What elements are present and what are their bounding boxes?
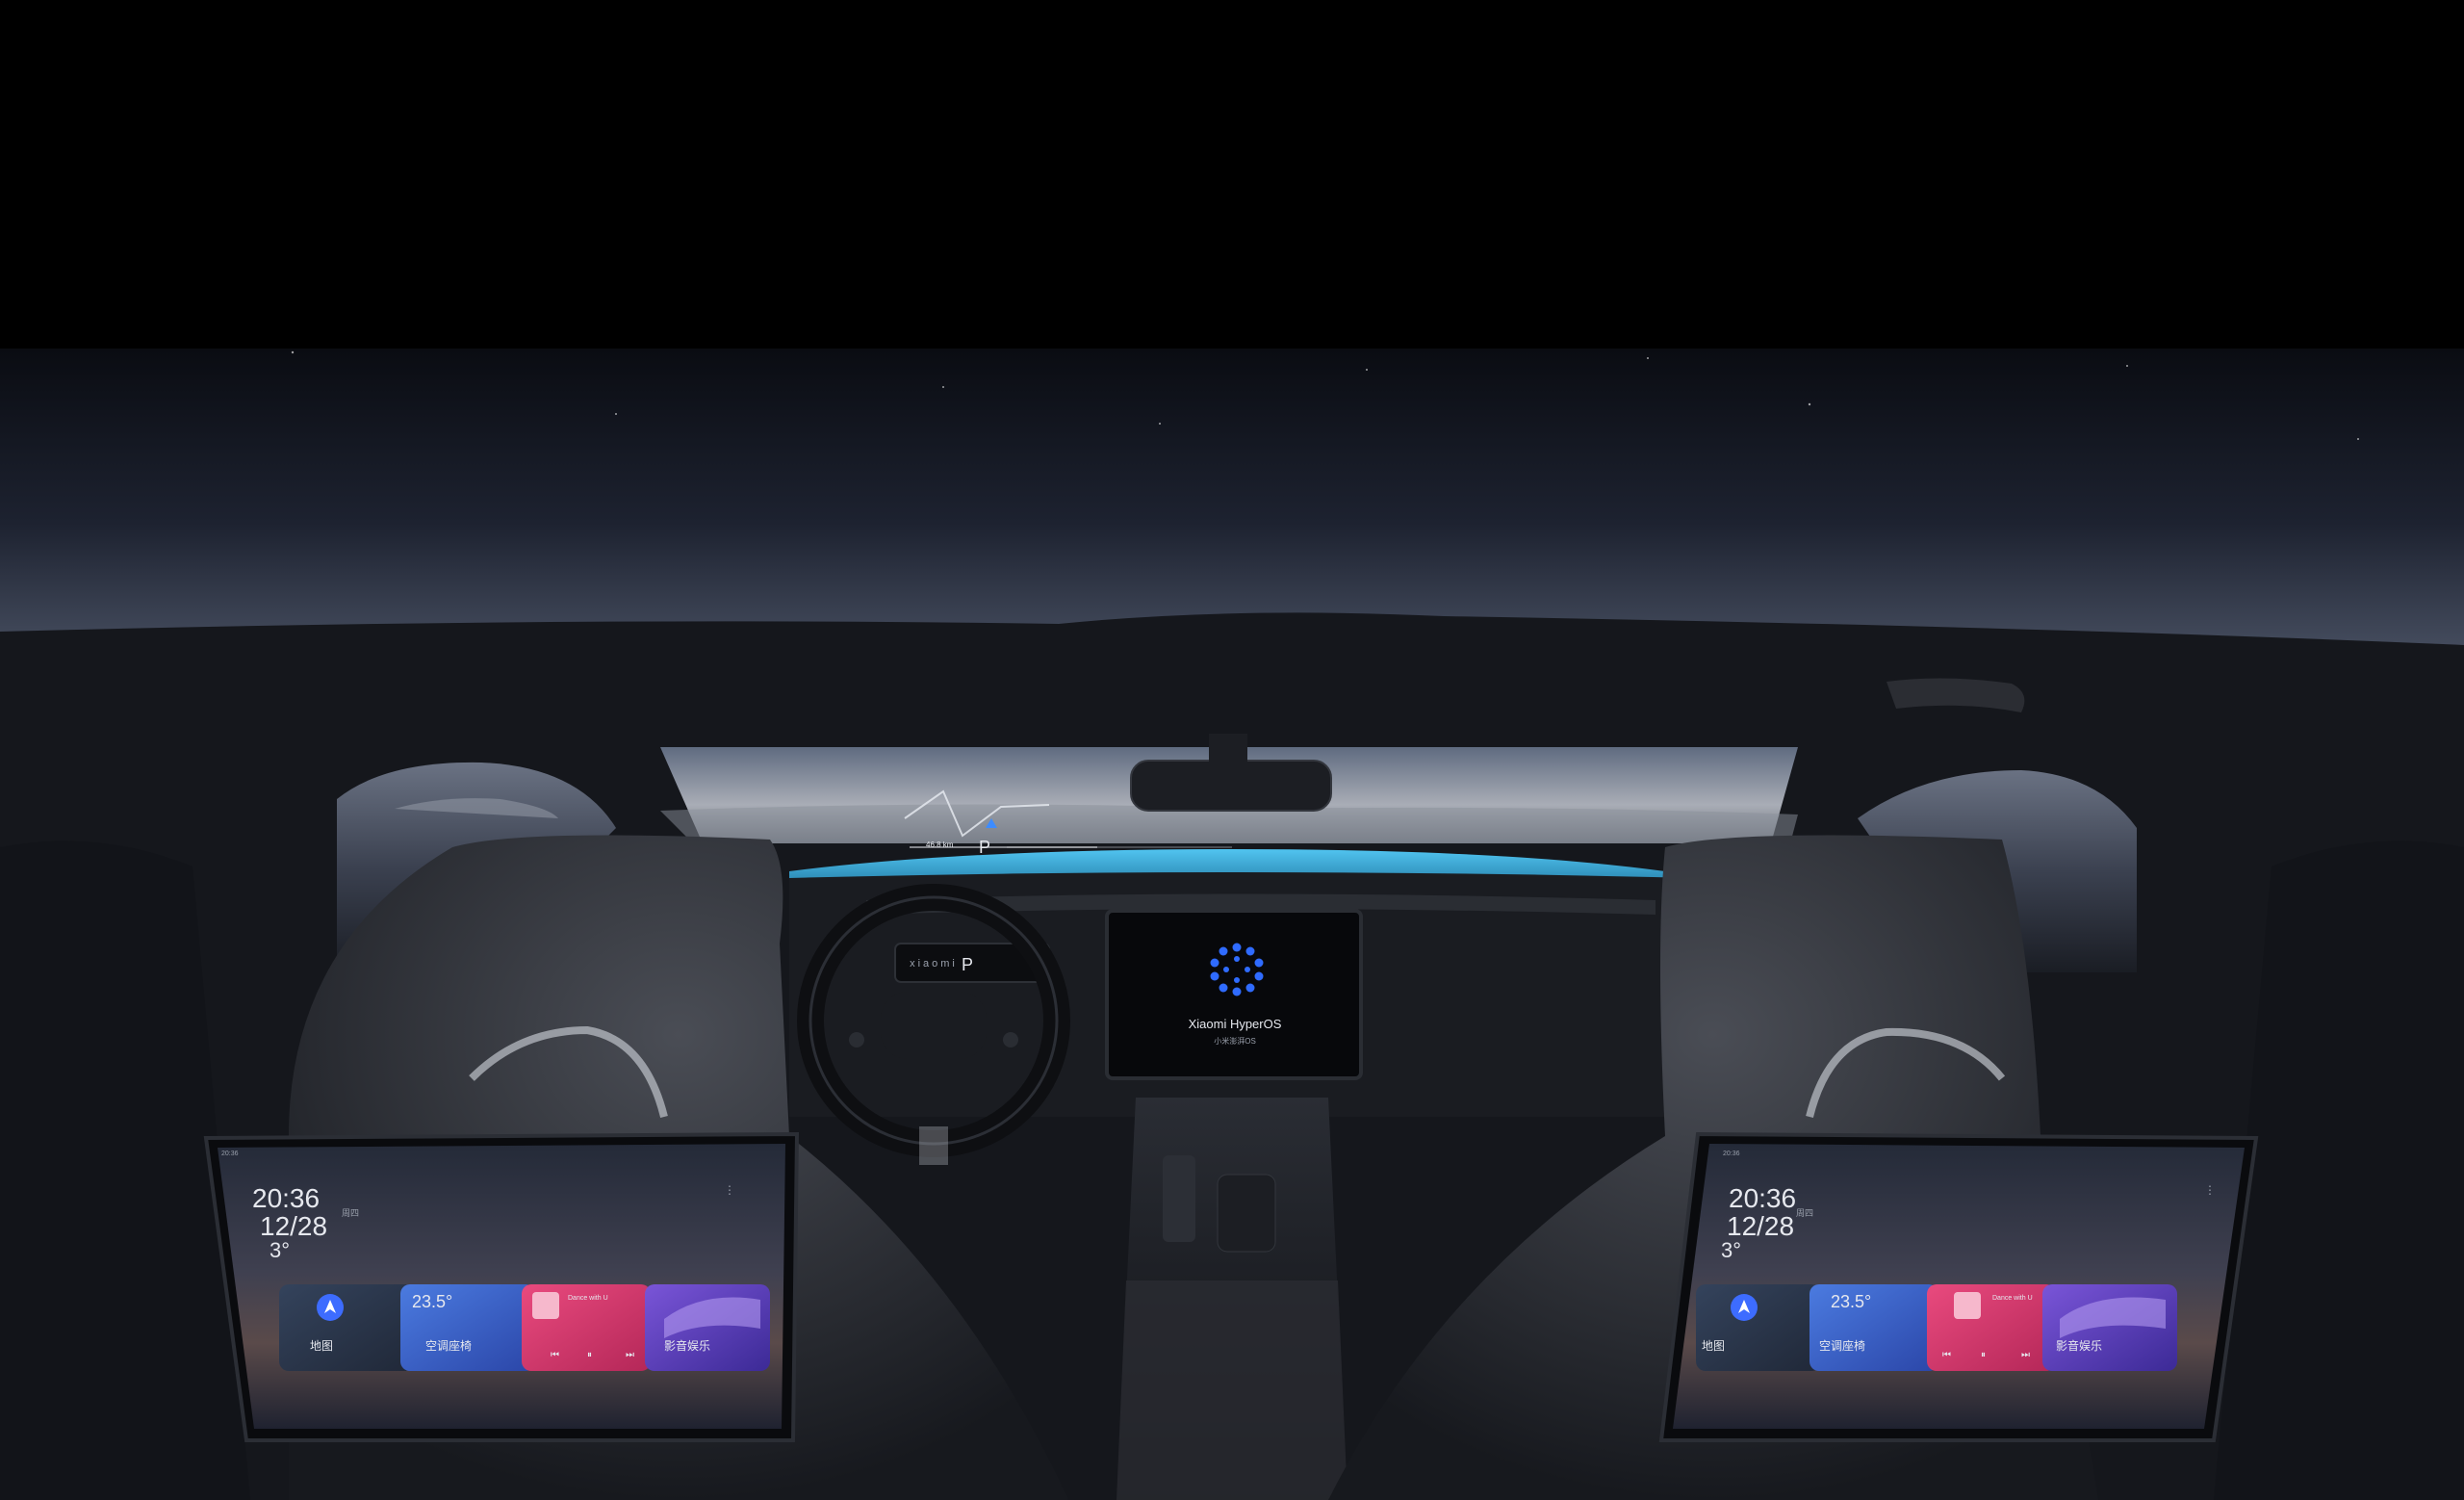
card-climate-title: 空调座椅 [1819,1338,1865,1353]
card-music-title: Dance with U [1992,1295,2033,1302]
tablet-right-menu-icon[interactable]: ⋮ [2204,1183,2216,1197]
rear-tablet-right[interactable]: 20:36 20:36 12/28 周四 3° ⋮ 地图 23.5° 空调座椅 … [1658,1131,2259,1442]
pause-icon[interactable]: ⏸ [1981,1350,1986,1360]
pause-icon[interactable]: ⏸ [587,1350,592,1360]
tablet-right-date: 12/28 [1727,1211,1794,1241]
tablet-left-status-time: 20:36 [221,1151,239,1157]
next-track-icon[interactable]: ⏭ [626,1350,634,1360]
tablet-right-card-music[interactable]: Dance with U ⏮ ⏸ ⏭ [1927,1284,2056,1371]
card-media-title: 影音娱乐 [664,1338,710,1353]
console-button-bank [1163,1155,1195,1242]
car-interior-scene: P 46.8 km P xiaomi Xiaomi HyperOS 小米澎湃OS [0,0,2464,1500]
tablet-left-date: 12/28 [260,1211,327,1241]
tablet-left-card-music[interactable]: Dance with U ⏮ ⏸ ⏭ [522,1284,651,1371]
tablet-left-clock: 20:36 [252,1183,320,1213]
tablet-right-weekday: 周四 [1796,1208,1813,1218]
tablet-left-menu-icon[interactable]: ⋮ [724,1183,735,1197]
tablet-right-card-map[interactable]: 地图 [1696,1284,1821,1371]
card-music-title: Dance with U [568,1295,608,1302]
card-media-title: 影音娱乐 [2056,1338,2102,1353]
center-display: Xiaomi HyperOS 小米澎湃OS [1105,909,1363,1080]
card-map-title: 地图 [310,1339,333,1353]
tablet-right-temp: 3° [1721,1238,1741,1262]
prev-track-icon[interactable]: ⏮ [1942,1350,1951,1360]
card-map-title: 地图 [1702,1339,1725,1353]
album-cover-icon [532,1292,559,1319]
top-black-band [0,0,2464,349]
mirror-mount [1209,734,1247,763]
tablet-left-temp: 3° [270,1238,290,1262]
hyperos-brand: Xiaomi HyperOS [1189,1017,1282,1031]
tablet-right-clock: 20:36 [1729,1183,1796,1213]
rear-tablet-left[interactable]: 20:36 20:36 12/28 周四 3° ⋮ 地图 23.5° 空调座椅 … [203,1131,800,1442]
card-climate-value: 23.5° [1831,1292,1871,1311]
card-climate-value: 23.5° [412,1292,452,1311]
cluster-gear: P [962,955,973,974]
tablet-right-card-media[interactable]: 影音娱乐 [2042,1284,2177,1371]
tablet-left-card-media[interactable]: 影音娱乐 [645,1284,770,1371]
next-track-icon[interactable]: ⏭ [2021,1350,2030,1360]
steering-wheel-logo: xiaomi [910,958,958,970]
prev-track-icon[interactable]: ⏮ [551,1350,559,1360]
card-climate-title: 空调座椅 [425,1338,472,1353]
album-cover-icon [1954,1292,1981,1319]
rear-view-mirror [1130,760,1332,812]
tablet-left-card-climate[interactable]: 23.5° 空调座椅 [400,1284,535,1371]
hud-gear: P [979,838,990,857]
tablet-right-card-climate[interactable]: 23.5° 空调座椅 [1810,1284,1938,1371]
tablet-left-card-map[interactable]: 地图 [279,1284,414,1371]
center-armrest [1116,1280,1348,1500]
hud-distance: 46.8 km [926,841,954,849]
tablet-right-status-time: 20:36 [1723,1151,1740,1157]
hyperos-subtitle: 小米澎湃OS [1214,1036,1256,1046]
gear-selector [1217,1174,1276,1253]
tablet-left-weekday: 周四 [342,1208,359,1218]
